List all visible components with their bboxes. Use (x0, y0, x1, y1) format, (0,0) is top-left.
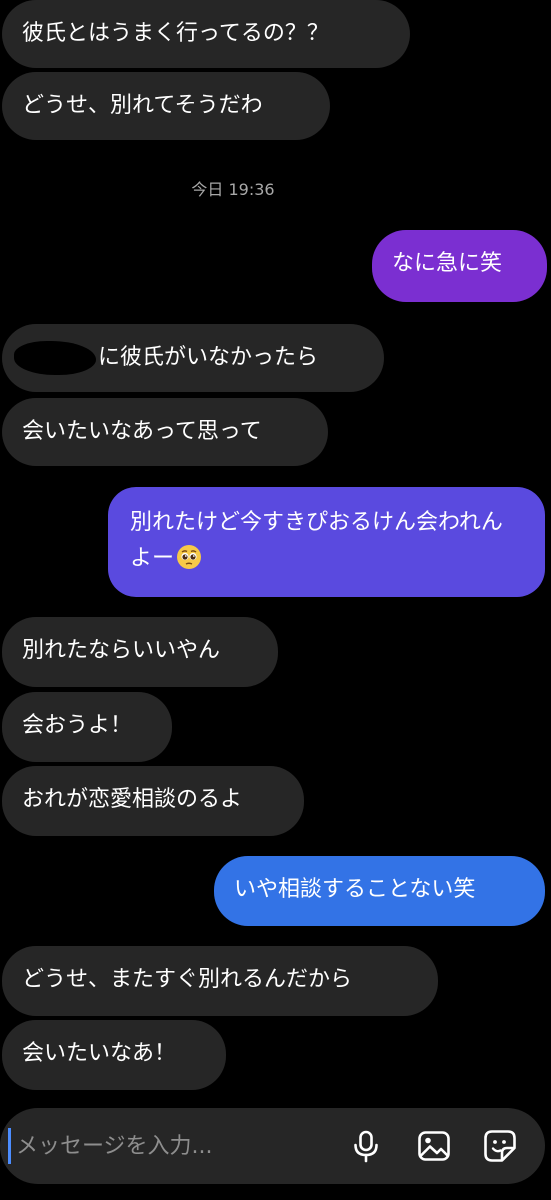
message-bubble-outgoing[interactable]: なに急に笑 (372, 230, 547, 302)
message-text: 別れたならいいやん (22, 638, 221, 663)
message-bubble-outgoing[interactable]: いや相談することない笑 (214, 856, 545, 926)
message-input[interactable] (16, 1126, 316, 1166)
message-text: どうせ、別れてそうだわ (22, 93, 263, 118)
message-bubble-incoming[interactable]: おれが恋愛相談のるよ (2, 766, 304, 836)
message-text: 彼氏とはうまく行ってるの？？ (22, 21, 329, 46)
message-text: 会いたいなあ！ (22, 1041, 177, 1066)
message-timestamp: 今日 19:36 (191, 180, 275, 199)
message-bubble-incoming[interactable]: 彼氏とはうまく行ってるの？？ (2, 0, 410, 68)
redacted-name (14, 341, 96, 375)
gallery-icon[interactable] (416, 1128, 452, 1164)
message-text: に彼氏がいなかったら (98, 345, 319, 370)
text-cursor (8, 1128, 11, 1164)
message-bubble-incoming[interactable]: に彼氏がいなかったら (2, 324, 384, 392)
pleading-face-icon (177, 545, 202, 569)
message-text: どうせ、またすぐ別れるんだから (22, 967, 353, 992)
message-text: 会おうよ！ (22, 713, 133, 738)
microphone-icon[interactable] (348, 1128, 384, 1164)
message-text: 会いたいなあって思って (22, 419, 262, 444)
message-bubble-incoming[interactable]: どうせ、別れてそうだわ (2, 72, 330, 140)
message-bubble-outgoing[interactable]: 別れたけど今すきぴおるけん会われんよー (108, 487, 545, 597)
message-text: なに急に笑 (392, 251, 503, 276)
message-bubble-incoming[interactable]: 会いたいなあって思って (2, 398, 328, 466)
message-bubble-incoming[interactable]: 会おうよ！ (2, 692, 172, 762)
message-bubble-incoming[interactable]: 別れたならいいやん (2, 617, 278, 687)
message-text: いや相談することない笑 (234, 877, 476, 902)
message-bubble-incoming[interactable]: 会いたいなあ！ (2, 1020, 226, 1090)
message-bubble-incoming[interactable]: どうせ、またすぐ別れるんだから (2, 946, 438, 1016)
message-text: おれが恋愛相談のるよ (22, 787, 243, 812)
message-composer (0, 1108, 545, 1184)
sticker-icon[interactable] (482, 1128, 518, 1164)
